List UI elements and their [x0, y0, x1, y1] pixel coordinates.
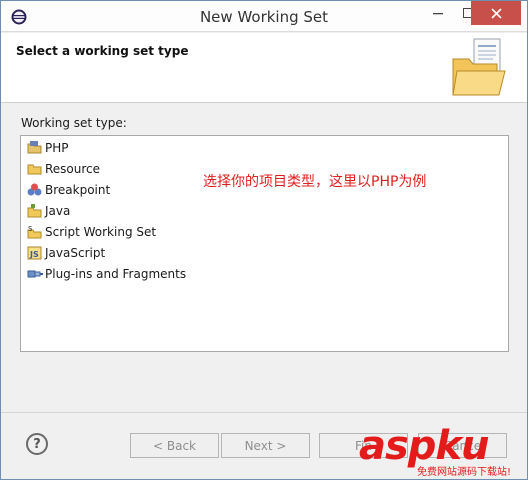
help-icon: ? [33, 436, 41, 452]
plugin-icon [27, 270, 43, 278]
wizard-heading: Select a working set type [16, 44, 189, 58]
back-button[interactable]: < Back [130, 433, 219, 458]
list-item-plug-ins-and-fragments[interactable]: Plug-ins and Fragments [26, 264, 186, 284]
footer-separator [1, 412, 527, 413]
breakpoint-icon [27, 183, 42, 196]
folder-icon [27, 164, 42, 175]
new-working-set-dialog: New Working Set Select a working set typ… [0, 0, 528, 480]
javascript-icon: JS [27, 246, 42, 260]
list-item-resource[interactable]: Resource [26, 159, 100, 179]
list-item-script-working-set[interactable]: S Script Working Set [26, 222, 156, 242]
working-set-type-label: Working set type: [21, 116, 127, 130]
list-item-label: JavaScript [45, 246, 106, 260]
list-item-breakpoint[interactable]: Breakpoint [26, 180, 110, 200]
list-item-label: Script Working Set [45, 225, 157, 239]
working-set-type-list[interactable]: PHP Resource Breakpoint Java S Script Wo… [20, 135, 509, 352]
php-project-icon [27, 141, 42, 154]
list-item-label: Breakpoint [45, 183, 111, 197]
list-item-java[interactable]: Java [26, 201, 70, 221]
aspku-watermark: aspku 免费网站源码下载站! [359, 423, 527, 479]
help-button[interactable]: ? [26, 433, 48, 455]
list-item-label: Plug-ins and Fragments [45, 267, 187, 281]
close-button[interactable] [471, 1, 521, 25]
script-icon: S [27, 225, 42, 239]
red-annotation-note: 选择你的项目类型，这里以PHP为例 [203, 174, 427, 190]
list-item-label: PHP [45, 141, 69, 155]
svg-text:JS: JS [29, 250, 39, 259]
open-folder-document-icon [452, 38, 506, 96]
java-package-icon [27, 204, 42, 218]
watermark-tagline: 免费网站源码下载站! [417, 467, 512, 478]
list-item-label: Resource [45, 162, 101, 176]
wizard-body: Working set type: PHP Resource Breakpoin… [1, 104, 527, 411]
list-item-javascript[interactable]: JS JavaScript [26, 243, 105, 263]
minimize-icon [433, 13, 443, 15]
list-item-php[interactable]: PHP [26, 138, 69, 158]
svg-text:S: S [28, 225, 33, 233]
close-icon [490, 7, 502, 19]
wizard-banner: Select a working set type [1, 33, 527, 103]
minimize-button[interactable] [424, 1, 452, 25]
list-item-label: Java [45, 204, 71, 218]
title-bar: New Working Set [1, 1, 527, 32]
next-button[interactable]: Next > [221, 433, 310, 458]
